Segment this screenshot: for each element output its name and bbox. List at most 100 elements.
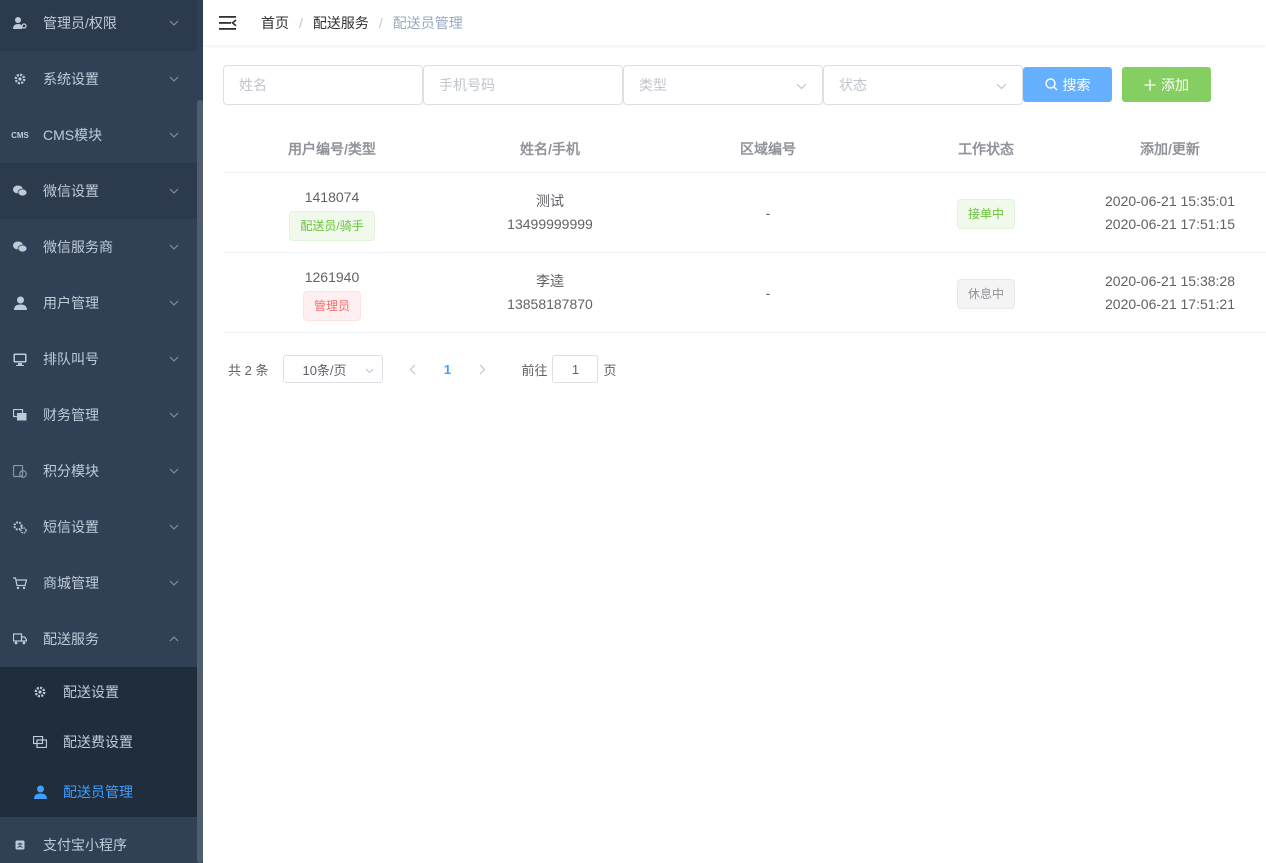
sidebar-item-delivery-fee[interactable]: 配送费设置 <box>0 717 197 767</box>
cell-id-type: 1418074 配送员/骑手 <box>223 173 441 253</box>
table-row[interactable]: 1261940 管理员 李逵 13858187870 - 休息中 2020-06… <box>223 253 1266 333</box>
sidebar-item-points[interactable]: 积分模块 <box>0 443 197 499</box>
page-jumper: 前往 页 <box>521 355 617 383</box>
name-input[interactable] <box>223 65 423 105</box>
points-icon <box>13 464 27 478</box>
sidebar: 管理员/权限 系统设置 CMS CMS模块 微信设置 微信服务商 用户管理 排队… <box>0 0 203 863</box>
work-status-tag: 接单中 <box>956 199 1015 229</box>
chevron-down-icon <box>169 410 179 420</box>
breadcrumb-separator: / <box>378 14 383 31</box>
sidebar-item-delivery[interactable]: 配送服务 <box>0 611 197 667</box>
cell-work-status: 休息中 <box>877 253 1095 333</box>
table-row[interactable]: 1418074 配送员/骑手 测试 13499999999 - 接单中 2020… <box>223 173 1266 253</box>
sidebar-item-label: 支付宝小程序 <box>43 837 127 853</box>
updated-time: 2020-06-21 17:51:15 <box>1105 216 1235 232</box>
chevron-down-icon <box>169 186 179 196</box>
add-button[interactable]: 添加 <box>1122 67 1211 102</box>
sidebar-item-label: CMS模块 <box>43 127 103 143</box>
goto-label: 前往 <box>521 362 548 378</box>
column-header-work-status: 工作状态 <box>958 141 1014 157</box>
user-phone: 13858187870 <box>507 296 593 312</box>
chevron-down-icon <box>169 522 179 532</box>
cell-area: - <box>659 173 877 253</box>
sidebar-item-alipay-miniprogram[interactable]: 支付宝小程序 <box>0 817 197 863</box>
sidebar-item-label: 微信设置 <box>43 183 99 199</box>
user-name: 李逵 <box>536 273 564 289</box>
sidebar-item-delivery-settings[interactable]: 配送设置 <box>0 667 197 717</box>
pagination-total: 共 2 条 <box>228 362 269 378</box>
column-header-added-updated: 添加/更新 <box>1140 141 1200 157</box>
page-size-value: 10条/页 <box>302 362 347 378</box>
chevron-down-icon <box>796 77 807 93</box>
chevron-down-icon <box>169 242 179 252</box>
truck-icon <box>13 632 27 646</box>
chevron-down-icon <box>169 354 179 364</box>
user-type-tag: 管理员 <box>302 290 361 321</box>
status-select[interactable]: 状态 <box>823 65 1023 105</box>
sidebar-item-label: 排队叫号 <box>43 351 99 367</box>
sidebar-item-courier-management[interactable]: 配送员管理 <box>0 767 197 817</box>
sidebar-item-label: 用户管理 <box>43 295 99 311</box>
money-icon <box>33 735 47 749</box>
sidebar-item-user-management[interactable]: 用户管理 <box>0 275 197 331</box>
type-select[interactable]: 类型 <box>623 65 823 105</box>
sidebar-item-label: 微信服务商 <box>43 239 113 255</box>
sidebar-item-sms[interactable]: 短信设置 <box>0 499 197 555</box>
sidebar-item-cms[interactable]: CMS CMS模块 <box>0 107 197 163</box>
search-icon <box>1044 78 1058 91</box>
alipay-icon <box>13 838 27 852</box>
sidebar-item-mall[interactable]: 商城管理 <box>0 555 197 611</box>
area-code: - <box>765 204 771 221</box>
goto-page-input[interactable] <box>552 355 599 383</box>
next-page-button[interactable] <box>467 355 497 383</box>
user-type-tag: 配送员/骑手 <box>289 210 375 241</box>
updated-time: 2020-06-21 17:51:21 <box>1105 296 1235 312</box>
breadcrumb-delivery[interactable]: 配送服务 <box>313 13 369 33</box>
cms-icon: CMS <box>11 130 29 140</box>
sidebar-item-wechat-provider[interactable]: 微信服务商 <box>0 219 197 275</box>
user-id: 1261940 <box>304 268 360 285</box>
gear-icon <box>13 72 27 86</box>
phone-input[interactable] <box>423 65 623 105</box>
prev-page-button[interactable] <box>397 355 427 383</box>
wechat-icon <box>13 184 27 198</box>
table-header: 用户编号/类型 姓名/手机 区域编号 工作状态 添加/更新 <box>223 125 1266 173</box>
sidebar-item-wechat-settings[interactable]: 微信设置 <box>0 163 197 219</box>
sidebar-toggle-icon[interactable] <box>219 15 237 31</box>
chevron-down-icon <box>169 578 179 588</box>
search-button[interactable]: 搜索 <box>1023 67 1112 102</box>
chevron-down-icon <box>169 74 179 84</box>
page-size-select[interactable]: 10条/页 <box>283 355 384 383</box>
sidebar-item-finance[interactable]: 财务管理 <box>0 387 197 443</box>
sidebar-scrollbar[interactable] <box>197 100 203 863</box>
search-button-label: 搜索 <box>1062 76 1091 93</box>
column-header-id-type: 用户编号/类型 <box>288 141 376 157</box>
cell-added-updated: 2020-06-21 15:38:28 2020-06-21 17:51:21 <box>1095 253 1245 333</box>
chevron-down-icon <box>169 18 179 28</box>
courier-table: 用户编号/类型 姓名/手机 区域编号 工作状态 添加/更新 1418074 配送… <box>223 125 1266 333</box>
sidebar-item-admin[interactable]: 管理员/权限 <box>0 0 197 51</box>
user-id: 1418074 <box>304 188 360 205</box>
sidebar-item-label: 系统设置 <box>43 71 99 87</box>
sidebar-item-label: 财务管理 <box>43 407 99 423</box>
delivery-submenu: 配送设置 配送费设置 配送员管理 <box>0 667 197 817</box>
chevron-down-icon <box>996 77 1007 93</box>
sidebar-item-label: 配送设置 <box>63 684 119 700</box>
cart-icon <box>13 576 27 590</box>
sidebar-item-system-settings[interactable]: 系统设置 <box>0 51 197 107</box>
type-select-placeholder: 类型 <box>639 77 667 93</box>
cell-name-phone: 李逵 13858187870 <box>441 253 659 333</box>
breadcrumb: 首页 / 配送服务 / 配送员管理 <box>261 13 463 33</box>
user-icon <box>33 785 47 799</box>
plus-icon <box>1144 79 1156 91</box>
area-code: - <box>765 284 771 301</box>
sidebar-item-label: 短信设置 <box>43 519 99 535</box>
chevron-up-icon <box>169 634 179 644</box>
cell-work-status: 接单中 <box>877 173 1095 253</box>
chevron-down-icon <box>169 298 179 308</box>
page-number-1[interactable]: 1 <box>427 355 467 383</box>
breadcrumb-home[interactable]: 首页 <box>261 13 289 33</box>
sidebar-item-label: 配送服务 <box>43 631 99 647</box>
sidebar-item-label: 配送费设置 <box>63 734 133 750</box>
sidebar-item-queue[interactable]: 排队叫号 <box>0 331 197 387</box>
